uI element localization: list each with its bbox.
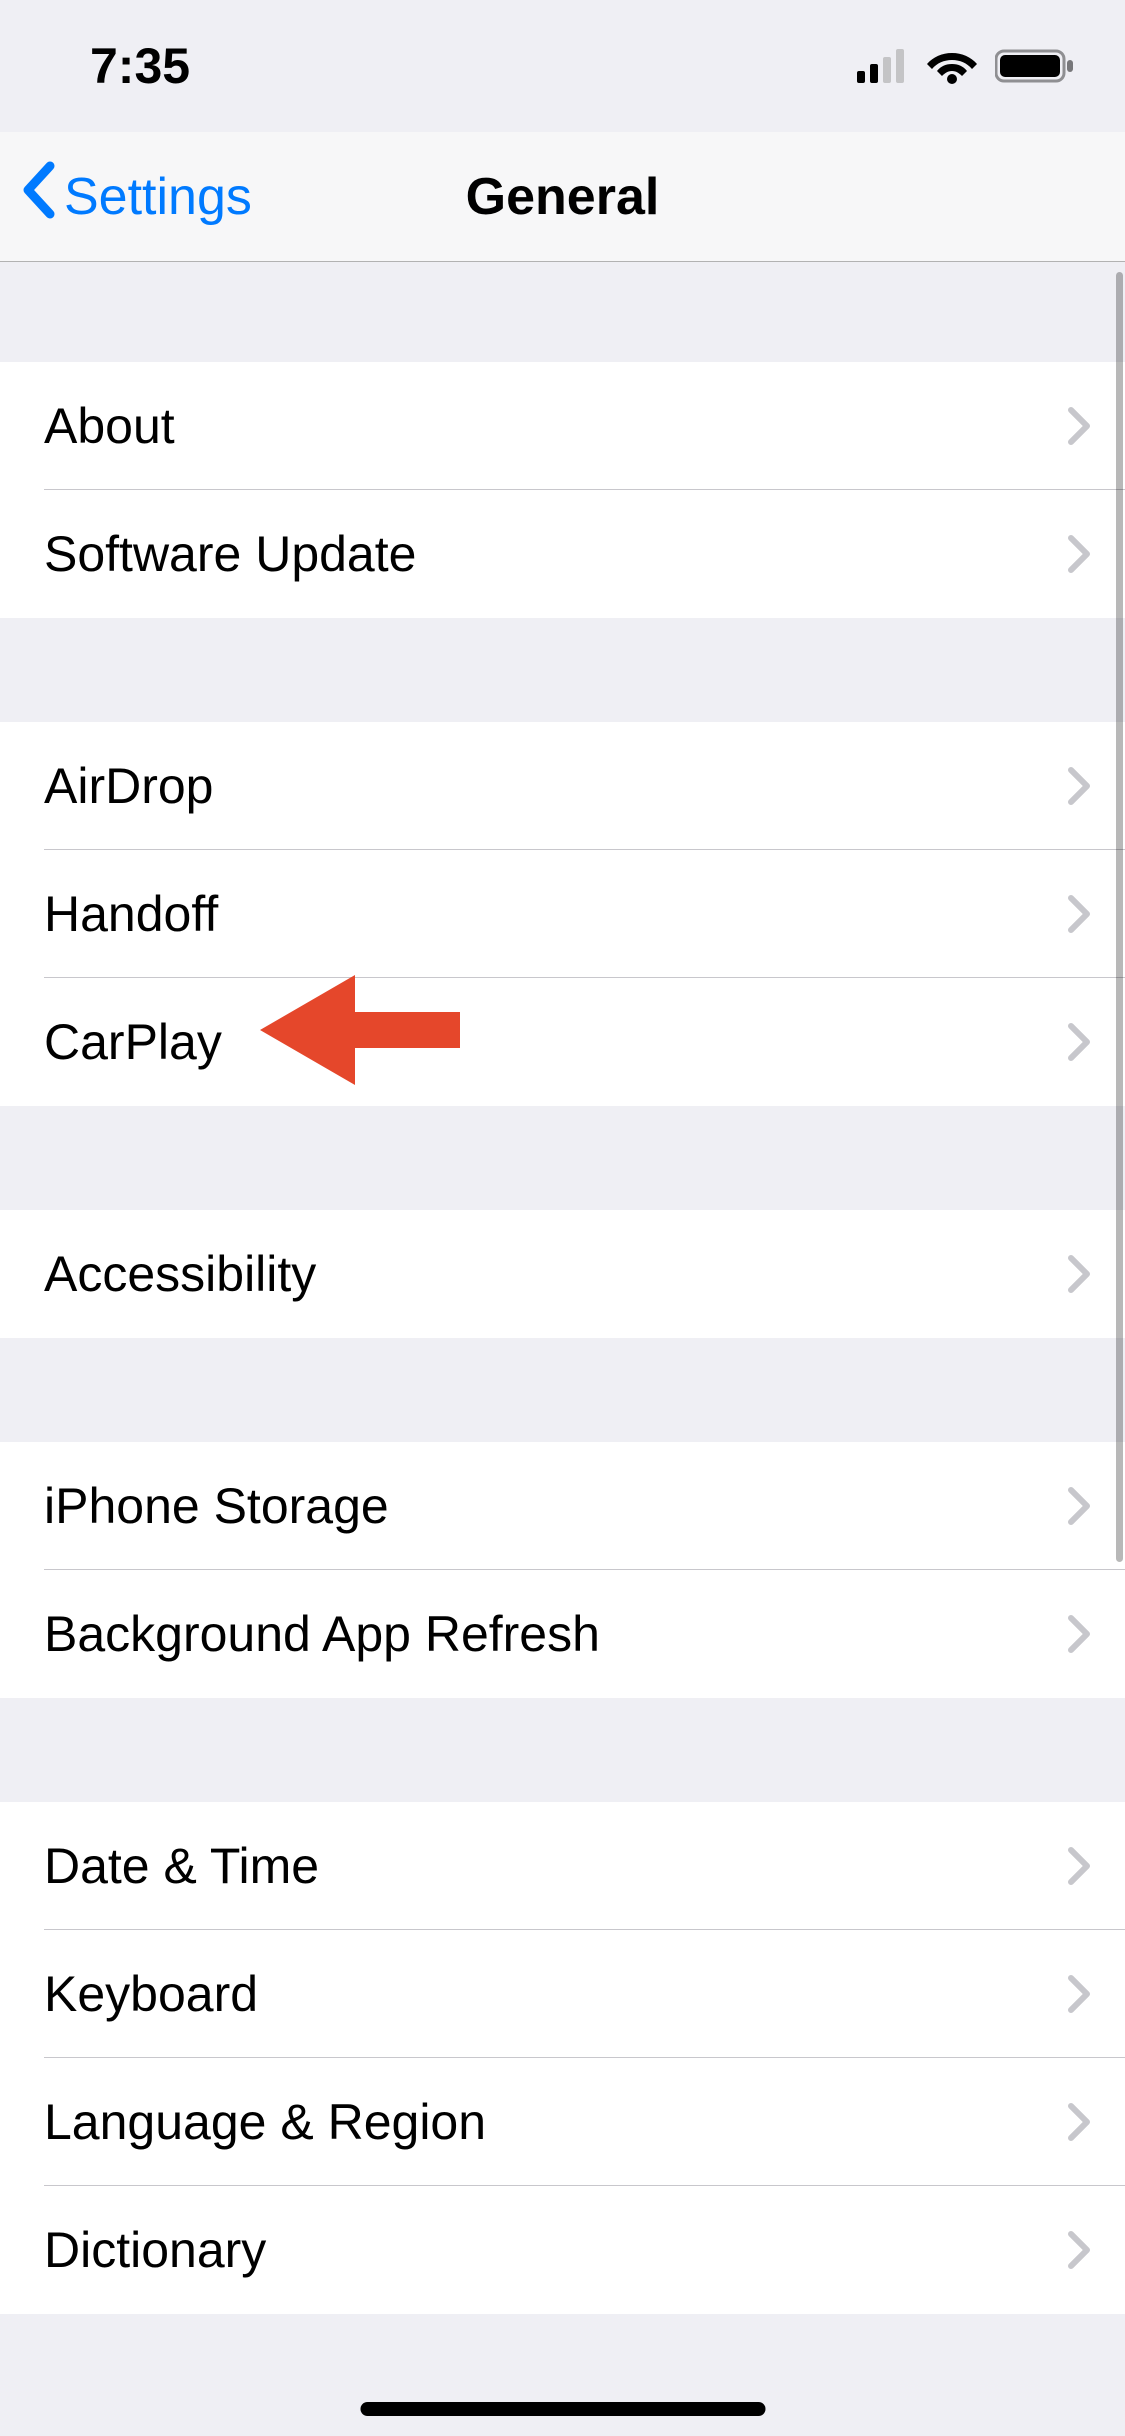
status-right — [857, 48, 1075, 84]
battery-icon — [995, 48, 1075, 84]
group-separator — [0, 1338, 1125, 1442]
chevron-right-icon — [1067, 2230, 1125, 2270]
row-software-update[interactable]: Software Update — [0, 490, 1125, 618]
chevron-right-icon — [1067, 2102, 1125, 2142]
chevron-right-icon — [1067, 1614, 1125, 1654]
scroll-indicator — [1116, 272, 1123, 1562]
back-label: Settings — [64, 167, 252, 227]
chevron-left-icon — [20, 160, 56, 233]
group-separator — [0, 262, 1125, 362]
row-label: Language & Region — [44, 2093, 1067, 2151]
status-time: 7:35 — [90, 37, 190, 95]
row-date-time[interactable]: Date & Time — [0, 1802, 1125, 1930]
row-label: Software Update — [44, 525, 1067, 583]
row-label: Dictionary — [44, 2221, 1067, 2279]
row-dictionary[interactable]: Dictionary — [0, 2186, 1125, 2314]
row-iphone-storage[interactable]: iPhone Storage — [0, 1442, 1125, 1570]
row-label: Accessibility — [44, 1245, 1067, 1303]
row-label: Date & Time — [44, 1837, 1067, 1895]
wifi-icon — [927, 48, 977, 84]
row-keyboard[interactable]: Keyboard — [0, 1930, 1125, 2058]
row-label: AirDrop — [44, 757, 1067, 815]
row-about[interactable]: About — [0, 362, 1125, 490]
row-label: CarPlay — [44, 1013, 1067, 1071]
row-airdrop[interactable]: AirDrop — [0, 722, 1125, 850]
chevron-right-icon — [1067, 1846, 1125, 1886]
settings-list[interactable]: About Software Update AirDrop Handoff CarPla… — [0, 262, 1125, 2436]
group-separator — [0, 1106, 1125, 1210]
cellular-signal-icon — [857, 49, 909, 83]
row-handoff[interactable]: Handoff — [0, 850, 1125, 978]
group-separator — [0, 618, 1125, 722]
back-button[interactable]: Settings — [0, 160, 252, 233]
group-separator — [0, 1698, 1125, 1802]
row-label: iPhone Storage — [44, 1477, 1067, 1535]
home-indicator[interactable] — [360, 2402, 765, 2416]
status-bar: 7:35 — [0, 0, 1125, 132]
row-carplay[interactable]: CarPlay — [0, 978, 1125, 1106]
row-label: Background App Refresh — [44, 1605, 1067, 1663]
row-language-region[interactable]: Language & Region — [0, 2058, 1125, 2186]
navigation-bar: Settings General — [0, 132, 1125, 262]
row-background-app-refresh[interactable]: Background App Refresh — [0, 1570, 1125, 1698]
row-label: Handoff — [44, 885, 1067, 943]
chevron-right-icon — [1067, 1974, 1125, 2014]
row-label: About — [44, 397, 1067, 455]
row-label: Keyboard — [44, 1965, 1067, 2023]
row-accessibility[interactable]: Accessibility — [0, 1210, 1125, 1338]
